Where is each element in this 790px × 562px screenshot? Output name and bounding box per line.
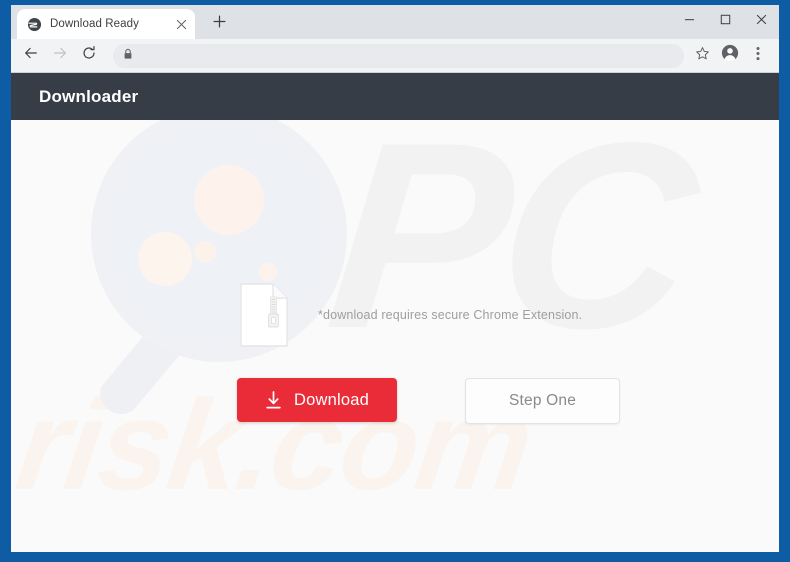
close-icon[interactable] [173,16,189,32]
step-one-button[interactable]: Step One [465,378,620,424]
back-arrow-icon [23,45,39,66]
star-icon [695,46,710,66]
maximize-button[interactable] [707,5,743,37]
globe-icon [27,17,42,32]
close-window-button[interactable] [743,5,779,37]
site-header: Downloader [11,73,779,120]
browser-window: Download Ready Downloader PC risk.com *d… [11,5,779,552]
browser-menu-button[interactable] [745,43,771,69]
minimize-button[interactable] [671,5,707,37]
screen-frame: Download Ready Downloader PC risk.com *d… [0,0,790,562]
account-avatar-icon [721,44,739,67]
download-button-label: Download [294,390,369,409]
back-button[interactable] [17,42,45,70]
download-button[interactable]: Download [237,378,397,422]
page-title: Downloader [39,86,139,106]
lock-icon [123,47,133,65]
maximize-icon [720,12,731,30]
zip-file-icon [240,283,288,347]
forward-button[interactable] [46,42,74,70]
reload-button[interactable] [75,42,103,70]
close-icon [756,12,767,30]
download-arrow-icon [265,390,282,410]
tab-title: Download Ready [50,18,139,30]
file-notice-row: *download requires secure Chrome Extensi… [240,283,582,347]
bookmark-button[interactable] [689,43,715,69]
reload-icon [81,45,97,66]
profile-button[interactable] [717,43,743,69]
window-controls [671,5,779,37]
page-canvas: PC risk.com *download requires secure Ch… [11,120,779,552]
main-content: *download requires secure Chrome Extensi… [11,120,779,552]
web-page: Downloader PC risk.com *download require… [11,73,779,552]
new-tab-button[interactable] [205,10,233,38]
minimize-icon [684,12,695,30]
forward-arrow-icon [52,45,68,66]
download-notice-text: *download requires secure Chrome Extensi… [318,308,583,322]
address-bar[interactable] [113,43,684,68]
three-dot-menu-icon [756,46,760,66]
browser-toolbar [11,39,779,73]
step-one-button-label: Step One [508,392,577,409]
plus-icon [212,15,226,33]
browser-tab-download-ready[interactable]: Download Ready [17,9,195,39]
tab-strip: Download Ready [11,5,779,39]
action-button-row: Download Step One [237,378,620,424]
toolbar-right-actions [689,43,773,69]
